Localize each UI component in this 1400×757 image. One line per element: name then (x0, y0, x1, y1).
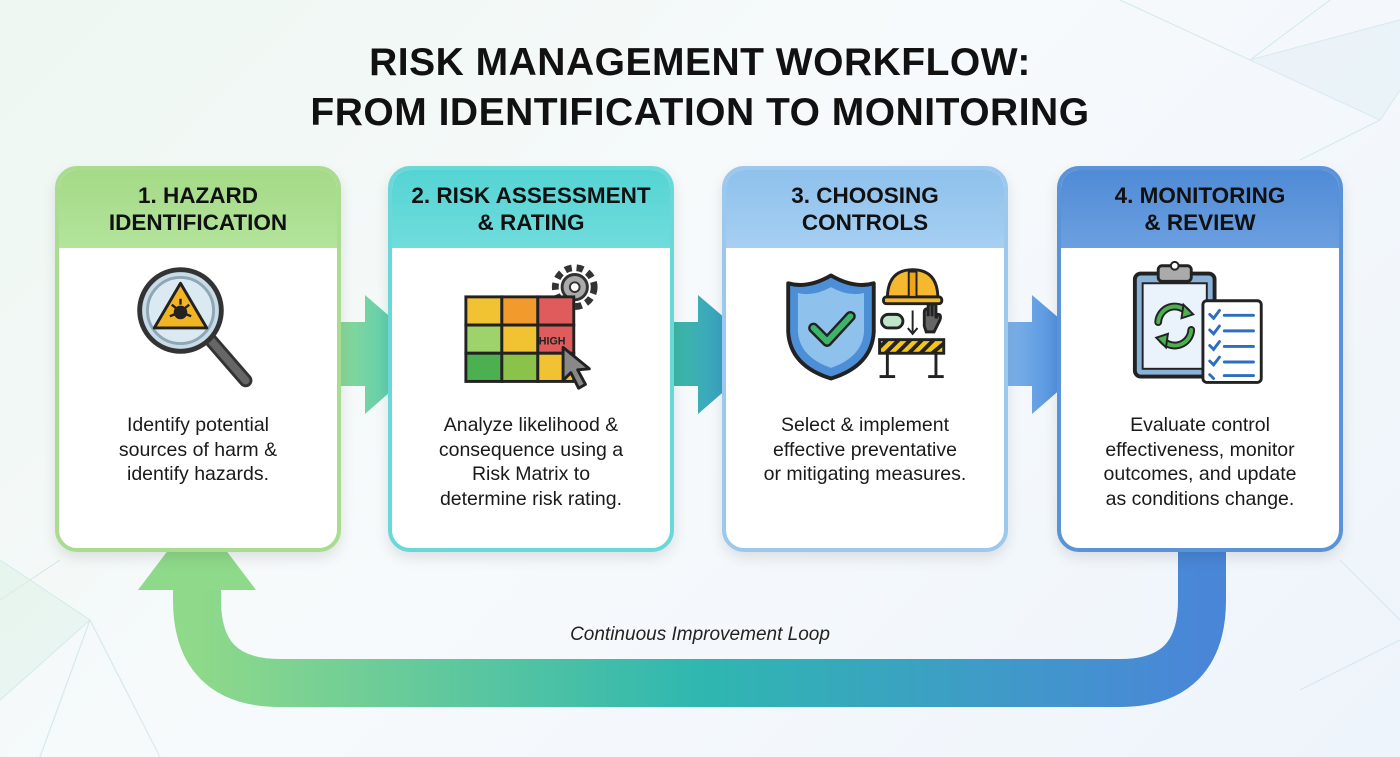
desc-line: Evaluate control (1130, 414, 1270, 436)
loop-arrow (173, 548, 1226, 707)
step-header-line-2: IDENTIFICATION (108, 210, 288, 235)
desc-line: as conditions change. (1105, 487, 1295, 510)
step-header: 1. HAZARD IDENTIFICATION (59, 170, 337, 248)
desc-line: Identify potential (126, 414, 269, 436)
title-line-1: RISK MANAGEMENT WORKFLOW: (369, 41, 1031, 84)
step-header-line-2: & RATING (477, 210, 585, 235)
step-card-choosing-controls: 3. CHOOSING CONTROLS Select & implement … (722, 166, 1008, 552)
step-description: Select & implement effective preventativ… (740, 413, 990, 487)
desc-line: outcomes, and update (1103, 463, 1297, 485)
step-card-hazard-identification: 1. HAZARD IDENTIFICATION Identify potent… (55, 166, 341, 552)
step-description: Evaluate control effectiveness, monitor … (1075, 413, 1325, 511)
step-header: 2. RISK ASSESSMENT & RATING (392, 170, 670, 248)
step-header-line-1: 1. HAZARD (137, 183, 258, 208)
risk-matrix-icon: HIGH (464, 264, 598, 390)
desc-line: or mitigating measures. (763, 463, 967, 485)
shield-icon (786, 273, 876, 381)
step-description: Analyze likelihood & consequence using a… (406, 413, 656, 511)
step-header-line-1: 4. MONITORING (1114, 183, 1286, 208)
desc-line: Risk Matrix to (471, 463, 591, 485)
desc-line: effective preventative (773, 438, 957, 461)
step-card-risk-assessment: 2. RISK ASSESSMENT & RATING HIGH Analyze… (388, 166, 674, 552)
step-header: 4. MONITORING & REVIEW (1061, 170, 1339, 248)
loop-label: Continuous Improvement Loop (570, 624, 830, 645)
checklist-icon (1201, 299, 1263, 384)
matrix-high-label: HIGH (539, 335, 566, 347)
step-header-line-2: & REVIEW (1144, 210, 1256, 235)
step-header-line-2: CONTROLS (801, 210, 929, 235)
shield-controls-icon (786, 268, 946, 381)
desc-line: consequence using a (438, 438, 624, 461)
clipboard-review-icon (1132, 260, 1263, 384)
desc-line: effectiveness, monitor (1105, 438, 1295, 461)
page-title: RISK MANAGEMENT WORKFLOW: FROM IDENTIFIC… (0, 38, 1400, 138)
magnifier-hazard-icon (137, 267, 253, 388)
step-description: Identify potential sources of harm & ide… (73, 413, 323, 487)
desc-line: identify hazards. (127, 463, 269, 485)
desc-line: determine risk rating. (439, 487, 623, 510)
hard-hat-icon (882, 268, 944, 306)
desc-line: Select & implement (781, 414, 949, 436)
safety-equipment-icon (878, 302, 946, 379)
desc-line: sources of harm & (118, 438, 278, 461)
title-line-2: FROM IDENTIFICATION TO MONITORING (310, 91, 1090, 134)
step-header-line-1: 3. CHOOSING (791, 183, 939, 208)
step-card-monitoring-review: 4. MONITORING & REVIEW Evaluate control … (1057, 166, 1343, 552)
desc-line: Analyze likelihood & (443, 414, 619, 436)
step-header-line-1: 2. RISK ASSESSMENT (411, 183, 651, 208)
step-header: 3. CHOOSING CONTROLS (726, 170, 1004, 248)
